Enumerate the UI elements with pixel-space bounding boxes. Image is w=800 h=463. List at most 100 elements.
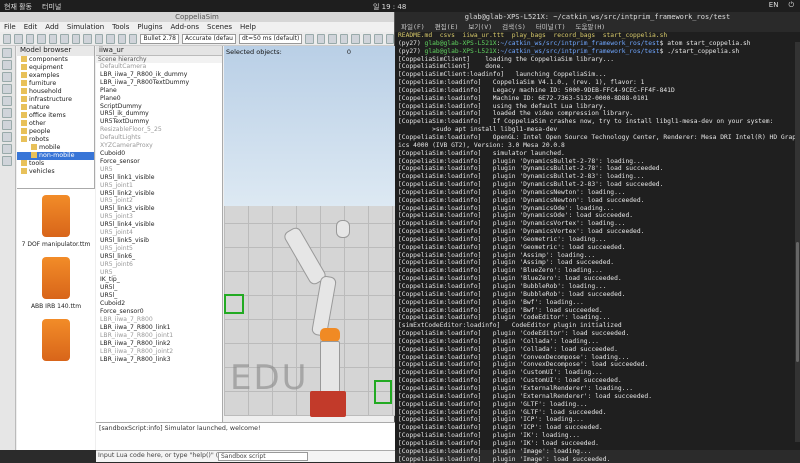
menu-edit[interactable]: Edit — [24, 22, 38, 32]
accuracy-select[interactable]: Accurate (defau — [182, 33, 236, 44]
scene-object[interactable]: Force_sensor — [96, 158, 222, 166]
camera-rotate-icon[interactable] — [14, 33, 23, 44]
scene-object[interactable]: Force_sensor0 — [96, 308, 222, 316]
object-properties-icon[interactable] — [2, 60, 12, 70]
object-select-icon[interactable] — [60, 33, 69, 44]
scene-object[interactable]: UR5l_link6_ — [96, 253, 222, 261]
threaded-rendering-icon[interactable] — [374, 33, 383, 44]
scene-object[interactable]: LBR_iiwa_7_R800 — [96, 316, 222, 324]
physics-engine-select[interactable]: Bullet 2.78 — [140, 33, 180, 44]
menu-file[interactable]: File — [4, 22, 16, 32]
terminal-menu-item[interactable]: 도움말(H) — [576, 22, 606, 32]
scene-object[interactable]: UR5_ — [96, 269, 222, 277]
start-simulation-icon[interactable] — [305, 33, 314, 44]
menu-help[interactable]: Help — [240, 22, 256, 32]
terminal-menu-item[interactable]: 파일(F) — [401, 22, 425, 32]
menu-add[interactable]: Add — [45, 22, 59, 32]
clock[interactable]: 일 19 : 48 — [373, 2, 406, 12]
toggle-visualization-icon[interactable] — [385, 33, 394, 44]
lua-input[interactable]: Input Lua code here, or type "help()" (u… — [98, 452, 226, 459]
model-folder-vehicles[interactable]: vehicles — [17, 168, 94, 176]
object-shift-icon[interactable] — [71, 33, 81, 44]
terminal-menu-item[interactable]: 편집(E) — [435, 22, 459, 32]
3d-viewport[interactable]: Selected objects: 0 EDU — [224, 46, 395, 450]
scene-object[interactable]: UR5TextDummy — [96, 118, 222, 126]
model-folder-nature[interactable]: nature — [17, 104, 94, 112]
slower-icon[interactable] — [351, 33, 360, 44]
assembly-icon[interactable] — [94, 33, 104, 44]
scene-hierarchy-icon[interactable] — [2, 156, 12, 166]
scene-object[interactable]: UR5_joint1 — [96, 182, 222, 190]
menu-scenes[interactable]: Scenes — [207, 22, 232, 32]
menu-simulation[interactable]: Simulation — [67, 22, 104, 32]
scripts-icon[interactable] — [2, 96, 12, 106]
scene-object[interactable]: DefaultLights — [96, 134, 222, 142]
scene-object[interactable]: LBR_iiwa_7_R800_link3 — [96, 356, 222, 364]
sandbox-script-select[interactable]: Sandbox script — [218, 452, 308, 461]
calc-modules-icon[interactable] — [2, 72, 12, 82]
scene-object[interactable]: Plane — [96, 87, 222, 95]
terminal-menu-item[interactable]: 검색(S) — [502, 22, 526, 32]
object-rotate-icon[interactable] — [83, 33, 92, 44]
model-folder-equipment[interactable]: equipment — [17, 64, 94, 72]
terminal-app-menu[interactable]: 터미널 — [42, 2, 61, 12]
scene-properties-icon[interactable] — [2, 48, 12, 58]
scene-object[interactable]: UR5l_link4_visible — [96, 221, 222, 229]
camera-shift-icon[interactable] — [25, 33, 35, 44]
model-folder-furniture[interactable]: furniture — [17, 80, 94, 88]
model-folder-people[interactable]: people — [17, 128, 94, 136]
menu-addons[interactable]: Add-ons — [170, 22, 199, 32]
terminal-menu-item[interactable]: 터미널(T) — [536, 22, 566, 32]
collections-icon[interactable] — [2, 84, 12, 94]
scene-object[interactable]: IK_tip_ — [96, 276, 222, 284]
terminal-menu-item[interactable]: 보기(V) — [468, 22, 492, 32]
menu-plugins[interactable]: Plugins — [137, 22, 162, 32]
model-folder-other[interactable]: other — [17, 120, 94, 128]
selection-icon[interactable] — [2, 132, 12, 142]
model-folder-robots[interactable]: robots — [17, 136, 94, 144]
model-folder-infrastructure[interactable]: infrastructure — [17, 96, 94, 104]
model-folder-components[interactable]: components — [17, 56, 94, 64]
scene-object[interactable]: UR5l_link5_visib — [96, 237, 222, 245]
scene-object[interactable]: DefaultCamera — [96, 63, 222, 71]
faster-icon[interactable] — [362, 33, 372, 44]
scene-object[interactable]: Cuboid2 — [96, 300, 222, 308]
redo-icon[interactable] — [128, 33, 138, 44]
activities-button[interactable]: 현재 활동 — [4, 2, 32, 12]
camera-zoom-icon[interactable] — [37, 33, 46, 44]
model-thumbnail[interactable] — [17, 313, 95, 375]
scrollbar-thumb[interactable] — [796, 242, 799, 362]
terminal-output[interactable]: README.md csvs iiwa_ur.ttt play_bags rec… — [395, 32, 800, 463]
realtime-icon[interactable] — [339, 33, 349, 44]
scene-object[interactable]: UR5_joint3 — [96, 213, 222, 221]
language-indicator[interactable]: EN — [769, 1, 779, 10]
transfer-dna-icon[interactable] — [106, 33, 115, 44]
scene-object[interactable]: LBR_iiwa_7_R800_link1 — [96, 324, 222, 332]
scene-object[interactable]: LBR_iiwa_7_R800TextDummy — [96, 79, 222, 87]
scene-tab[interactable]: iiwa_ur — [96, 46, 222, 56]
shape-edit-icon[interactable] — [2, 108, 12, 118]
scene-object[interactable]: UR5l_link2_visible — [96, 190, 222, 198]
scene-object[interactable]: ScriptDummy — [96, 103, 222, 111]
scene-object[interactable]: LBR_iiwa_7_R800_joint1 — [96, 332, 222, 340]
scene-object[interactable]: UR5l_ — [96, 284, 222, 292]
model-folder-mobile[interactable]: mobile — [17, 144, 94, 152]
scene-object[interactable]: Plane0 — [96, 95, 222, 103]
model-folder-office-items[interactable]: office items — [17, 112, 94, 120]
scene-object[interactable]: UR5l_ik_dummy — [96, 110, 222, 118]
scene-object[interactable]: UR5l_link1_visible — [96, 174, 222, 182]
power-icon[interactable]: ⏻ — [788, 1, 794, 10]
stop-simulation-icon[interactable] — [328, 33, 337, 44]
model-thumbnail[interactable]: ABB IRB 140.ttm — [17, 251, 95, 313]
menu-tools[interactable]: Tools — [112, 22, 129, 32]
scene-object[interactable]: UR5l_link3_visible — [96, 205, 222, 213]
path-edit-icon[interactable] — [2, 120, 12, 130]
fit-view-icon[interactable] — [48, 33, 58, 44]
pause-simulation-icon[interactable] — [316, 33, 326, 44]
scene-object[interactable]: Cuboid0 — [96, 150, 222, 158]
model-folder-household[interactable]: household — [17, 88, 94, 96]
scene-object[interactable]: UR5l_ — [96, 292, 222, 300]
timestep-select[interactable]: dt=50 ms (default) — [238, 33, 303, 44]
scene-object[interactable]: LBR_iiwa_7_R800_link2 — [96, 340, 222, 348]
scene-object[interactable]: XYZCameraProxy — [96, 142, 222, 150]
